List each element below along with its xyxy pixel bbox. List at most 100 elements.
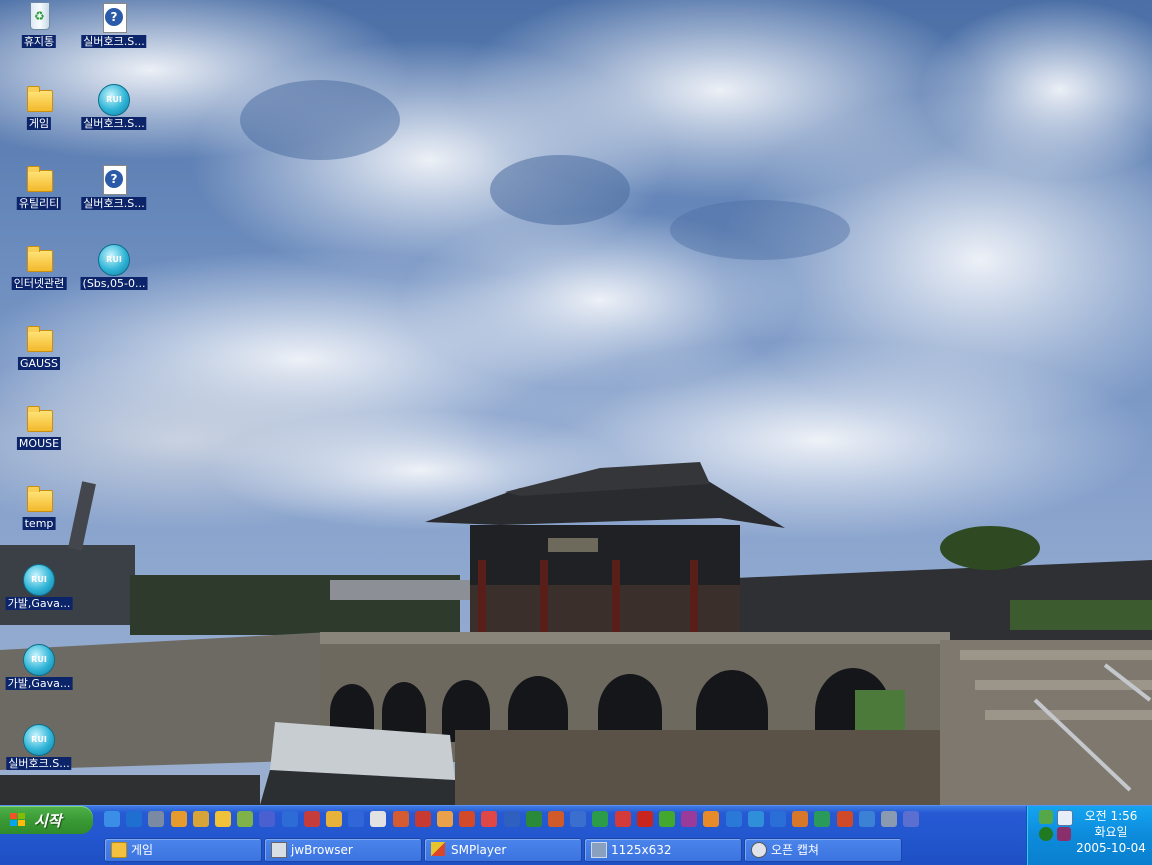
media-player-icon — [431, 842, 445, 856]
desktop-icon-media-gava-1[interactable]: RUI 가발,Gava... — [0, 562, 78, 622]
task-button-jwbrowser[interactable]: jwBrowser — [264, 838, 422, 862]
desktop-icon-realplayer-silverhawk-1[interactable]: ? 실버호크.S... — [75, 0, 153, 60]
quick-launch-icon[interactable] — [414, 811, 431, 827]
quick-launch-icon[interactable] — [459, 811, 476, 827]
rui-media-icon: RUI — [98, 84, 130, 116]
quick-launch-icon[interactable] — [525, 811, 542, 827]
task-label: 게임 — [131, 843, 154, 857]
quick-launch-icon[interactable] — [481, 811, 498, 827]
clock-time: 오전 1:56 — [1084, 809, 1138, 823]
windows-logo-icon — [10, 813, 26, 827]
quick-launch-icon[interactable] — [814, 811, 831, 827]
quick-launch-icon[interactable] — [881, 811, 897, 827]
desktop-icon-label: 유틸리티 — [16, 197, 62, 210]
start-button[interactable]: 시작 — [0, 806, 93, 834]
image-viewer-icon — [591, 842, 607, 858]
quick-launch-icon[interactable] — [636, 811, 653, 827]
quick-launch-icon[interactable] — [858, 811, 875, 827]
quick-launch-icon[interactable] — [215, 811, 231, 827]
quick-launch-icon[interactable] — [725, 811, 742, 827]
quick-launch-icon[interactable] — [259, 811, 276, 827]
quick-launch-icon[interactable] — [903, 811, 920, 827]
task-label: 오픈 캡쳐 — [771, 843, 819, 857]
realplayer-file-icon: ? — [98, 2, 130, 34]
desktop-icon-folder-gauss[interactable]: GAUSS — [0, 322, 78, 382]
wallpaper-scene — [0, 0, 1152, 805]
quick-launch-icon[interactable] — [570, 811, 587, 827]
rui-media-icon: RUI — [98, 244, 130, 276]
rui-media-icon: RUI — [23, 644, 55, 676]
rui-media-icon: RUI — [23, 724, 55, 756]
desktop-icon-folder-utilities[interactable]: 유틸리티 — [0, 162, 78, 222]
desktop-icon-label: 인터넷관련 — [11, 277, 67, 290]
task-button-smplayer[interactable]: SMPlayer — [424, 838, 582, 862]
folder-icon — [23, 84, 55, 116]
taskbar: 시작 게임 jwBrowser SMPlayer 1125x632 오픈 캡쳐 … — [0, 805, 1152, 865]
desktop-icon-media-silverhawk-3[interactable]: RUI 실버호크.S... — [0, 722, 78, 782]
folder-icon — [23, 164, 55, 196]
quick-launch-icon[interactable] — [836, 811, 853, 827]
desktop-icon-label: 실버호크.S... — [81, 35, 147, 48]
folder-icon — [23, 244, 55, 276]
quick-launch-icon[interactable] — [370, 811, 387, 827]
folder-icon — [23, 404, 55, 436]
desktop-icon-media-sbs[interactable]: RUI (Sbs,05-0... — [75, 242, 153, 302]
desktop-icon-realplayer-silverhawk-2[interactable]: ? 실버호크.S... — [75, 162, 153, 222]
quick-launch-icon[interactable] — [703, 811, 720, 827]
folder-icon — [23, 324, 55, 356]
desktop-wallpaper — [0, 0, 1152, 805]
quick-launch-icon[interactable] — [303, 811, 320, 827]
quick-launch-icon[interactable] — [326, 811, 342, 827]
quick-launch-icon[interactable] — [681, 811, 698, 827]
desktop-icon-media-gava-2[interactable]: RUI 가발,Gava... — [0, 642, 78, 702]
quick-launch-icon[interactable] — [747, 811, 764, 827]
quick-launch-icon[interactable] — [281, 811, 298, 827]
quick-launch-icon[interactable] — [792, 811, 809, 827]
browser-icon — [271, 842, 287, 858]
quick-launch-icon[interactable] — [170, 811, 187, 827]
quick-launch-icon[interactable] — [770, 811, 786, 827]
task-label: SMPlayer — [451, 843, 507, 857]
quick-launch-icon[interactable] — [659, 811, 675, 827]
folder-icon — [23, 484, 55, 516]
system-tray: 오전 1:56 화요일 2005-10-04 — [1026, 806, 1152, 865]
desktop-icon-label: 게임 — [26, 117, 52, 130]
desktop-icon-folder-internet[interactable]: 인터넷관련 — [0, 242, 78, 302]
desktop-icon-media-silverhawk-2[interactable]: RUI 실버호크.S... — [75, 82, 153, 142]
desktop-icon-folder-temp[interactable]: temp — [0, 482, 78, 542]
desktop-icon-label: 휴지통 — [21, 35, 57, 48]
quick-launch-icon[interactable] — [503, 811, 520, 827]
quick-launch-icon[interactable] — [348, 811, 365, 827]
desktop-icon-label: 가발,Gava... — [5, 677, 73, 690]
desktop-icon-label: GAUSS — [17, 357, 61, 370]
desktop-icon-folder-mouse[interactable]: MOUSE — [0, 402, 78, 462]
quick-launch-icon[interactable] — [104, 811, 120, 827]
capture-icon — [751, 842, 767, 858]
quick-launch-icon[interactable] — [437, 811, 453, 827]
task-button-games-folder[interactable]: 게임 — [104, 838, 262, 862]
desktop-icon-label: 실버호크.S... — [81, 117, 147, 130]
desktop-icon-label: 가발,Gava... — [5, 597, 73, 610]
clock-day: 화요일 — [1094, 825, 1128, 839]
desktop-icon-folder-games[interactable]: 게임 — [0, 82, 78, 142]
status-green-icon[interactable] — [1039, 827, 1053, 841]
desktop-icon-label: MOUSE — [16, 437, 62, 450]
task-button-open-capture[interactable]: 오픈 캡쳐 — [744, 838, 902, 862]
quick-launch-icon[interactable] — [614, 811, 631, 827]
quick-launch-icon[interactable] — [548, 811, 564, 827]
clock[interactable]: 오전 1:56 화요일 2005-10-04 — [1071, 808, 1151, 856]
recycle-bin-icon — [23, 2, 55, 34]
quick-launch-icon[interactable] — [392, 811, 409, 827]
network-icon[interactable] — [1039, 810, 1053, 824]
quick-launch-icon[interactable] — [592, 811, 609, 827]
desktop-icon-label: 실버호크.S... — [6, 757, 72, 770]
quick-launch-icon[interactable] — [192, 811, 209, 827]
desktop-icon-recycle-bin[interactable]: 휴지통 — [0, 0, 78, 60]
app-tray-icon[interactable] — [1057, 827, 1071, 841]
task-button-image-viewer[interactable]: 1125x632 — [584, 838, 742, 862]
desktop-icon-label: 실버호크.S... — [81, 197, 147, 210]
quick-launch-icon[interactable] — [237, 811, 254, 827]
quick-launch-icon[interactable] — [126, 811, 143, 827]
task-label: 1125x632 — [611, 843, 672, 857]
quick-launch-icon[interactable] — [148, 811, 165, 827]
